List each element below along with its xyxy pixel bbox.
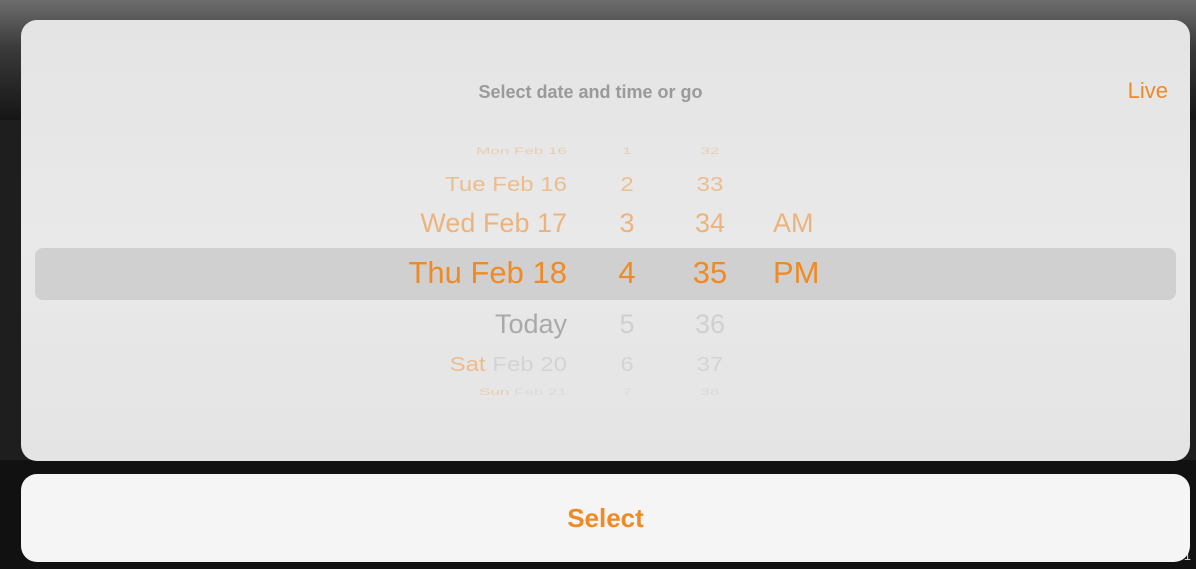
date-option[interactable]: Sun Feb 21 (479, 387, 567, 398)
ampm-wheel[interactable]: AM PM (773, 20, 853, 461)
select-button[interactable]: Select (21, 474, 1190, 562)
hour-option[interactable]: 6 (607, 353, 647, 377)
minute-option[interactable]: 36 (685, 309, 735, 340)
hour-option[interactable]: 7 (607, 387, 647, 398)
date-wheel[interactable]: Mon Feb 16 Tue Feb 16 Wed Feb 17 Thu Feb… (351, 20, 567, 461)
selection-indicator (35, 248, 1176, 300)
ampm-option-selected[interactable]: PM (773, 255, 820, 291)
date-option[interactable]: Mon Feb 16 (476, 146, 567, 157)
minute-option[interactable]: 34 (685, 208, 735, 239)
minute-option[interactable]: 33 (685, 173, 735, 197)
ampm-option[interactable]: AM (773, 208, 814, 239)
hour-option[interactable]: 5 (607, 309, 647, 340)
date-option[interactable]: Wed Feb 17 (420, 208, 567, 239)
date-option[interactable]: Tue Feb 16 (445, 173, 567, 197)
live-button[interactable]: Live (1128, 78, 1168, 104)
minute-option-selected[interactable]: 35 (685, 255, 735, 291)
minute-option[interactable]: 37 (685, 353, 735, 377)
hour-option[interactable]: 3 (607, 208, 647, 239)
date-option-selected[interactable]: Thu Feb 18 (408, 255, 567, 291)
date-time-picker-sheet: Select date and time or go Live Mon Feb … (21, 20, 1190, 461)
select-button-label: Select (567, 502, 644, 533)
hour-wheel[interactable]: 1 2 3 4 5 6 7 (607, 20, 647, 461)
hour-option-selected[interactable]: 4 (607, 255, 647, 291)
picker-title: Select date and time or go (478, 82, 703, 102)
minute-wheel[interactable]: 32 33 34 35 36 37 38 (685, 20, 735, 461)
date-option[interactable]: Today (495, 309, 567, 340)
date-option[interactable]: Sat Feb 20 (450, 353, 567, 377)
minute-option[interactable]: 38 (685, 387, 735, 398)
hour-option[interactable]: 2 (607, 173, 647, 197)
hour-option[interactable]: 1 (607, 146, 647, 157)
minute-option[interactable]: 32 (685, 146, 735, 157)
